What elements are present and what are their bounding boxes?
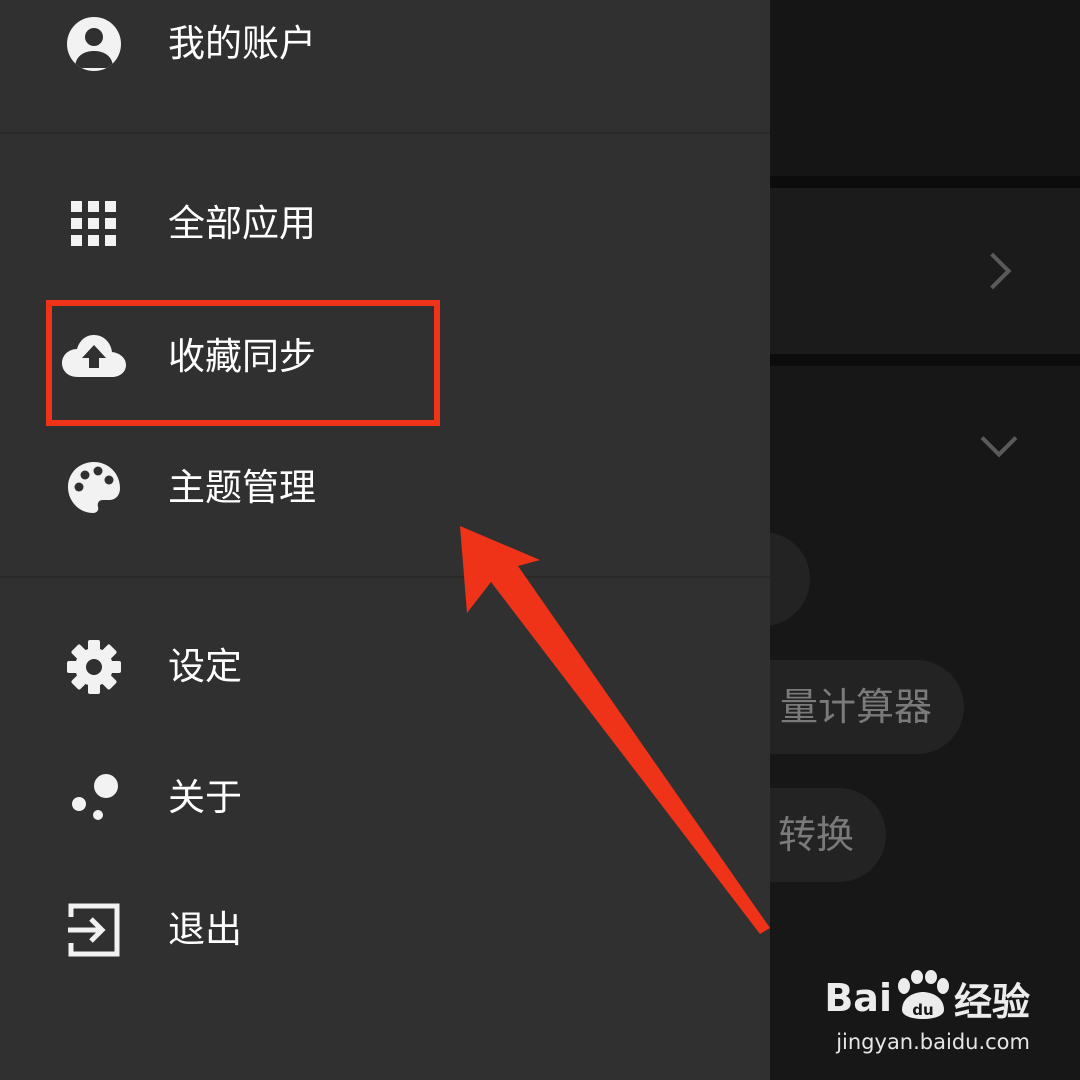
drawer-divider (0, 576, 770, 578)
chevron-down-icon[interactable] (980, 420, 1018, 458)
drawer-item-all-apps[interactable]: 全部应用 (0, 174, 770, 274)
svg-text:du: du (912, 1001, 933, 1019)
background-row[interactable] (770, 188, 1080, 354)
background-app: 量计算器 转换 Bai du 经验 jingyan.baidu.com (770, 0, 1080, 1080)
drawer-item-account[interactable]: 我的账户 (0, 0, 770, 94)
drawer-item-exit[interactable]: 退出 (0, 880, 770, 980)
drawer-item-label: 关于 (168, 776, 242, 819)
drawer-item-settings[interactable]: 设定 (0, 617, 770, 717)
background-chip[interactable]: 转换 (770, 788, 886, 882)
palette-icon (68, 462, 120, 513)
drawer-item-label: 全部应用 (168, 202, 316, 245)
watermark-url: jingyan.baidu.com (836, 1030, 1030, 1054)
drawer-item-label: 设定 (168, 645, 242, 688)
chevron-right-icon (974, 252, 1012, 290)
drawer-item-label: 我的账户 (168, 22, 316, 65)
drawer-item-theme[interactable]: 主题管理 (0, 438, 770, 538)
highlight-box (46, 300, 440, 426)
navigation-drawer: 我的账户 全部应用 收藏同步 主题管理 设定 关于 退出 (0, 0, 770, 1080)
paw-icon: du (897, 970, 949, 1019)
drawer-divider (0, 132, 770, 134)
drawer-item-label: 主题管理 (168, 466, 316, 509)
background-chip[interactable]: 量计算器 (770, 660, 964, 754)
background-separator (770, 354, 1080, 366)
drawer-item-about[interactable]: 关于 (0, 748, 770, 848)
apps-grid-icon (71, 201, 116, 246)
exit-icon (68, 903, 120, 957)
background-header (770, 0, 1080, 176)
watermark-logo: Bai du 经验 (770, 968, 1030, 1028)
account-circle-icon (67, 17, 121, 71)
bubbles-icon (72, 774, 118, 820)
gear-icon (67, 640, 121, 694)
drawer-item-label: 退出 (168, 908, 242, 951)
background-separator (770, 176, 1080, 188)
